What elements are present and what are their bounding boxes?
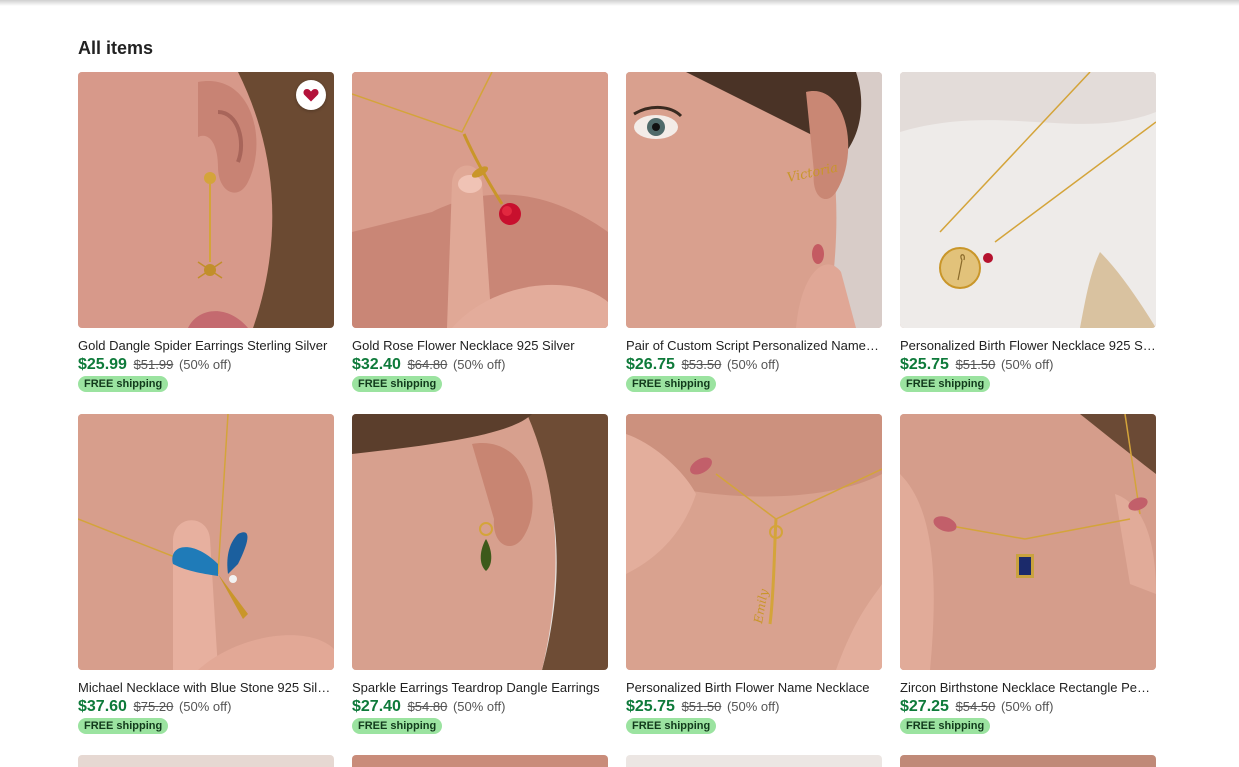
discount-label: (50% off) xyxy=(452,357,506,372)
discount-label: (50% off) xyxy=(726,357,780,372)
header-shadow xyxy=(0,0,1239,6)
listing-title[interactable]: Pair of Custom Script Personalized Name … xyxy=(626,338,882,354)
original-price: $64.80 xyxy=(407,357,448,372)
original-price: $51.50 xyxy=(955,357,996,372)
discount-label: (50% off) xyxy=(726,699,780,714)
sale-price: $25.75 xyxy=(900,356,949,373)
free-shipping-badge: FREE shipping xyxy=(352,376,443,392)
listing-title[interactable]: Gold Dangle Spider Earrings Sterling Sil… xyxy=(78,338,334,354)
free-shipping-badge: FREE shipping xyxy=(352,718,443,734)
listing-image[interactable] xyxy=(352,72,608,328)
listing-image[interactable] xyxy=(352,414,608,670)
spider-earring-photo xyxy=(78,72,334,328)
listing-image[interactable] xyxy=(900,755,1156,767)
free-shipping-badge: FREE shipping xyxy=(78,376,169,392)
listing-image[interactable] xyxy=(78,755,334,767)
free-shipping-badge: FREE shipping xyxy=(626,718,717,734)
heart-icon xyxy=(303,89,319,102)
sale-price: $27.25 xyxy=(900,698,949,715)
listing-card[interactable]: Michael Necklace with Blue Stone 925 Sil… xyxy=(78,414,334,756)
sale-price: $26.75 xyxy=(626,356,675,373)
listing-card[interactable]: Gold Rose Flower Necklace 925 Silver $32… xyxy=(352,72,608,414)
discount-label: (50% off) xyxy=(178,699,232,714)
discount-label: (50% off) xyxy=(1000,357,1054,372)
favorite-button[interactable] xyxy=(296,80,326,110)
sale-price: $25.75 xyxy=(626,698,675,715)
sale-price: $32.40 xyxy=(352,356,401,373)
discount-label: (50% off) xyxy=(1000,699,1054,714)
listing-card[interactable]: Sparkle Earrings Teardrop Dangle Earring… xyxy=(352,414,608,756)
listing-image[interactable]: Emily xyxy=(626,414,882,670)
listing-title[interactable]: Personalized Birth Flower Name Necklace xyxy=(626,680,882,696)
section-title: All items xyxy=(78,38,154,58)
listing-card[interactable]: Zircon Birthstone Necklace Rectangle Pen… xyxy=(900,414,1156,756)
listing-card[interactable]: Victoria Pair of Custom Script Personali… xyxy=(626,72,882,414)
teardrop-earring-photo xyxy=(352,414,608,670)
listing-image[interactable] xyxy=(352,755,608,767)
price-row: $32.40 $64.80 (50% off) xyxy=(352,355,608,374)
listing-image[interactable] xyxy=(626,755,882,767)
zircon-necklace-photo xyxy=(900,414,1156,670)
original-price: $53.50 xyxy=(681,357,722,372)
listing-title[interactable]: Michael Necklace with Blue Stone 925 Sil… xyxy=(78,680,334,696)
sale-price: $27.40 xyxy=(352,698,401,715)
original-price: $51.50 xyxy=(681,699,722,714)
original-price: $54.80 xyxy=(407,699,448,714)
original-price: $54.50 xyxy=(955,699,996,714)
discount-label: (50% off) xyxy=(178,357,232,372)
listing-grid: Gold Dangle Spider Earrings Sterling Sil… xyxy=(78,72,1156,756)
angel-necklace-photo xyxy=(78,414,334,670)
free-shipping-badge: FREE shipping xyxy=(78,718,169,734)
birth-flower-necklace-photo xyxy=(900,72,1156,328)
price-row: $37.60 $75.20 (50% off) xyxy=(78,697,334,716)
listing-card[interactable]: Emily Personalized Birth Flower Name Nec… xyxy=(626,414,882,756)
price-row: $25.99 $51.99 (50% off) xyxy=(78,355,334,374)
name-necklace-photo: Emily xyxy=(626,414,882,670)
price-row: $27.40 $54.80 (50% off) xyxy=(352,697,608,716)
listing-image[interactable] xyxy=(78,72,334,328)
listing-card[interactable]: Personalized Birth Flower Necklace 925 S… xyxy=(900,72,1156,414)
next-row-preview xyxy=(78,755,1156,767)
price-row: $26.75 $53.50 (50% off) xyxy=(626,355,882,374)
free-shipping-badge: FREE shipping xyxy=(900,718,991,734)
price-row: $25.75 $51.50 (50% off) xyxy=(900,355,1156,374)
price-row: $25.75 $51.50 (50% off) xyxy=(626,697,882,716)
name-earring-photo: Victoria xyxy=(626,72,882,328)
listing-image[interactable] xyxy=(900,414,1156,670)
sale-price: $37.60 xyxy=(78,698,127,715)
discount-label: (50% off) xyxy=(452,699,506,714)
original-price: $75.20 xyxy=(133,699,174,714)
listing-image[interactable] xyxy=(78,414,334,670)
free-shipping-badge: FREE shipping xyxy=(626,376,717,392)
rose-necklace-photo xyxy=(352,72,608,328)
listing-title[interactable]: Sparkle Earrings Teardrop Dangle Earring… xyxy=(352,680,608,696)
listing-card[interactable]: Gold Dangle Spider Earrings Sterling Sil… xyxy=(78,72,334,414)
original-price: $51.99 xyxy=(133,357,174,372)
listing-image[interactable]: Victoria xyxy=(626,72,882,328)
price-row: $27.25 $54.50 (50% off) xyxy=(900,697,1156,716)
listing-title[interactable]: Personalized Birth Flower Necklace 925 S… xyxy=(900,338,1156,354)
listing-title[interactable]: Gold Rose Flower Necklace 925 Silver xyxy=(352,338,608,354)
sale-price: $25.99 xyxy=(78,356,127,373)
free-shipping-badge: FREE shipping xyxy=(900,376,991,392)
listing-title[interactable]: Zircon Birthstone Necklace Rectangle Pen… xyxy=(900,680,1156,696)
listing-image[interactable] xyxy=(900,72,1156,328)
